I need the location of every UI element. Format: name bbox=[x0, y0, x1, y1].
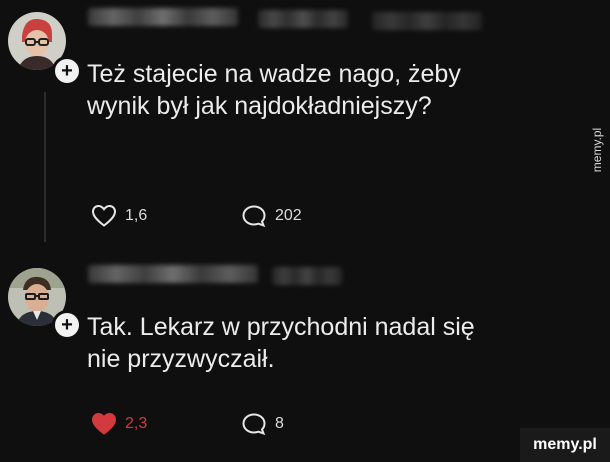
follow-button[interactable]: + bbox=[52, 310, 82, 340]
speech-bubble-icon bbox=[242, 413, 266, 436]
username[interactable] bbox=[88, 265, 258, 283]
reply-button[interactable]: 202 bbox=[241, 204, 302, 228]
follow-button[interactable]: + bbox=[52, 56, 82, 86]
like-button[interactable]: 1,6 bbox=[91, 204, 147, 228]
like-button[interactable]: 2,3 bbox=[91, 412, 147, 436]
speech-bubble-icon bbox=[242, 205, 266, 228]
post-text: Też stajecie na wadze nago, żeby wynik b… bbox=[87, 60, 461, 120]
reply-count: 202 bbox=[275, 207, 302, 224]
handle bbox=[258, 10, 348, 28]
heart-icon bbox=[91, 204, 117, 227]
plus-icon: + bbox=[61, 60, 73, 82]
timestamp bbox=[372, 12, 482, 30]
reply-button[interactable]: 8 bbox=[241, 412, 284, 436]
thread-line bbox=[44, 92, 46, 242]
post-text: Tak. Lekarz w przychodni nadal się nie p… bbox=[87, 313, 475, 373]
side-watermark: memy.pl bbox=[590, 127, 605, 173]
timestamp bbox=[272, 267, 342, 285]
reply-count: 8 bbox=[275, 415, 284, 432]
watermark-badge: memy.pl bbox=[520, 428, 610, 462]
heart-filled-icon bbox=[91, 412, 117, 435]
like-count: 2,3 bbox=[125, 415, 148, 432]
like-count: 1,6 bbox=[125, 207, 148, 224]
plus-icon: + bbox=[61, 314, 73, 336]
username[interactable] bbox=[88, 8, 238, 26]
